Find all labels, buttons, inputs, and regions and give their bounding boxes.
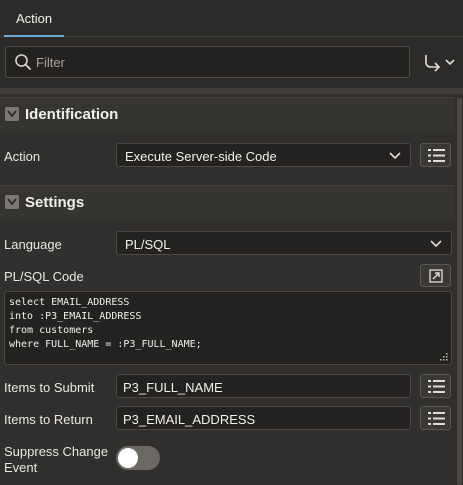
suppress-change-event-toggle[interactable]: [116, 446, 160, 470]
code-line: where FULL_NAME = :P3_FULL_NAME;: [9, 339, 202, 350]
filter-field[interactable]: [5, 46, 410, 78]
section-title: Settings: [25, 194, 85, 211]
chevron-down-icon: [430, 240, 442, 248]
list-picker-icon: [428, 412, 445, 425]
language-select[interactable]: PL/SQL: [116, 231, 452, 255]
tab-bar: Action: [0, 0, 463, 37]
goto-button[interactable]: [420, 52, 456, 74]
items-to-submit-label: Items to Submit: [4, 380, 95, 395]
chevron-down-icon: [5, 195, 19, 209]
list-picker-icon: [428, 149, 445, 162]
items-to-submit-value: P3_FULL_NAME: [123, 380, 223, 395]
divider: [0, 88, 463, 94]
items-to-return-label: Items to Return: [4, 412, 93, 427]
search-icon: [15, 54, 31, 70]
chevron-down-icon: [389, 152, 401, 160]
items-to-return-value: P3_EMAIL_ADDRESS: [123, 412, 256, 427]
section-title: Identification: [25, 106, 119, 123]
action-value: Execute Server-side Code: [125, 149, 277, 164]
language-value: PL/SQL: [125, 237, 171, 252]
tab-action[interactable]: Action: [4, 0, 65, 37]
code-editor[interactable]: select EMAIL_ADDRESS into :P3_EMAIL_ADDR…: [4, 291, 452, 365]
action-list-button[interactable]: [420, 143, 451, 167]
expand-code-button[interactable]: [420, 264, 451, 287]
code-line: from customers: [9, 325, 94, 336]
resize-grip-icon[interactable]: [439, 352, 448, 361]
expand-icon: [429, 269, 443, 283]
chevron-down-icon: [5, 107, 19, 121]
toggle-knob: [118, 448, 138, 468]
action-select[interactable]: Execute Server-side Code: [116, 143, 411, 167]
action-label: Action: [4, 149, 41, 164]
plsql-code-label: PL/SQL Code: [4, 269, 84, 284]
scrollbar-thumb[interactable]: [457, 98, 462, 485]
filter-bar: [0, 38, 463, 88]
items-to-return-input[interactable]: P3_EMAIL_ADDRESS: [116, 406, 411, 430]
items-to-submit-list-button[interactable]: [420, 374, 451, 398]
section-identification[interactable]: Identification: [0, 97, 455, 131]
suppress-change-event-label-line1: Suppress Change: [4, 444, 109, 459]
list-picker-icon: [428, 380, 445, 393]
language-label: Language: [4, 237, 62, 252]
section-settings[interactable]: Settings: [0, 185, 455, 219]
suppress-change-event-label-line2: Event: [4, 460, 38, 475]
goto-arrow-icon: [425, 55, 455, 72]
items-to-return-list-button[interactable]: [420, 406, 451, 430]
items-to-submit-input[interactable]: P3_FULL_NAME: [116, 374, 411, 398]
code-line: into :P3_EMAIL_ADDRESS: [9, 311, 142, 322]
code-line: select EMAIL_ADDRESS: [9, 297, 130, 308]
filter-input[interactable]: [36, 47, 406, 77]
